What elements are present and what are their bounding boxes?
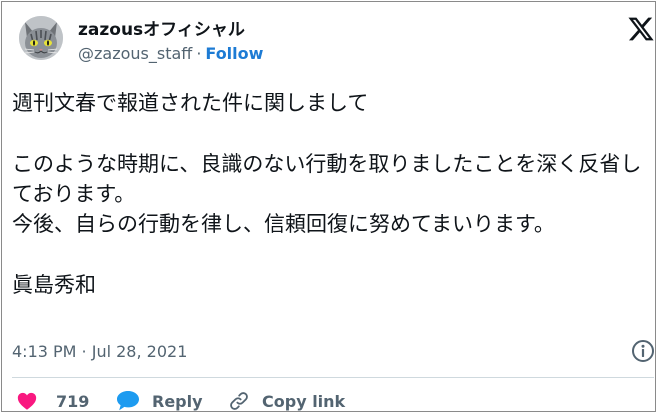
cat-avatar-image <box>19 16 63 60</box>
link-icon <box>230 392 248 410</box>
handle[interactable]: @zazous_staff <box>78 44 192 63</box>
tweet-line: 今後、自らの行動を律し、信頼回復に努めてまいります。 <box>12 212 555 236</box>
divider <box>12 377 654 378</box>
tweet-line: このような時期に、良識のない行動を取りましたことを深く反省しております。 <box>12 152 642 206</box>
display-name[interactable]: zazousオフィシャル <box>78 15 245 40</box>
tweet-line: 週刊文春で報道された件に関しまして <box>12 91 369 115</box>
follow-button[interactable]: Follow <box>205 44 263 63</box>
tweet-timestamp[interactable]: 4:13 PM · Jul 28, 2021 <box>12 342 187 361</box>
speech-bubble-icon <box>117 391 139 411</box>
avatar[interactable] <box>19 16 63 60</box>
tweet-card: zazousオフィシャル @zazous_staff · Follow 週刊文春で報… <box>1 1 656 412</box>
copy-link-label: Copy link <box>262 391 346 411</box>
info-icon[interactable] <box>631 339 655 363</box>
x-logo-icon[interactable] <box>627 15 655 43</box>
signature: 眞島秀和 <box>12 273 96 297</box>
heart-icon <box>17 392 37 410</box>
tweet-text: 週刊文春で報道された件に関しまして このような時期に、良識のない行動を取りました… <box>12 88 652 300</box>
reply-label: Reply <box>152 391 203 411</box>
like-button[interactable]: 719 <box>16 389 89 413</box>
like-count: 719 <box>56 391 90 411</box>
separator-dot: · <box>196 44 202 63</box>
reply-button[interactable]: Reply <box>116 389 203 413</box>
handle-row: @zazous_staff · Follow <box>78 44 263 63</box>
copy-link-button[interactable]: Copy link <box>228 389 345 413</box>
